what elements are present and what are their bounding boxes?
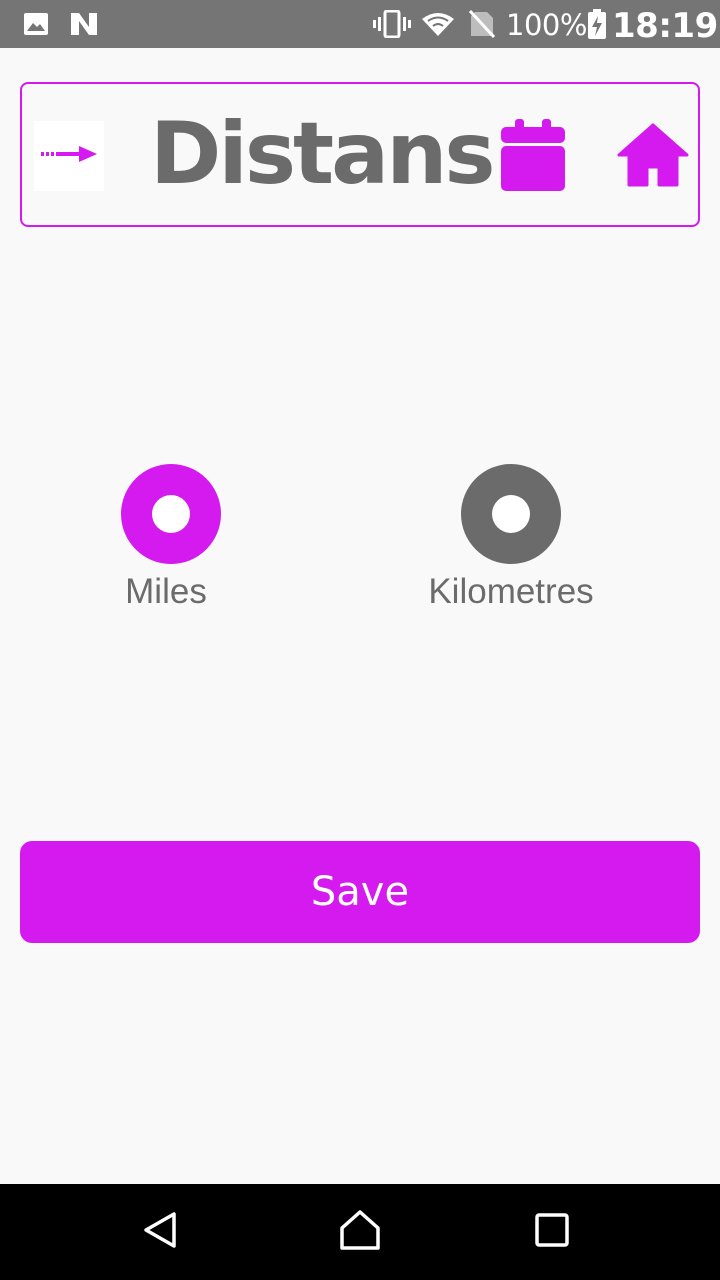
home-outline-icon bbox=[338, 1209, 382, 1255]
page-title: Distans bbox=[150, 104, 496, 204]
recents-square-icon bbox=[534, 1212, 570, 1252]
radio-label-kilometres: Kilometres bbox=[428, 572, 594, 611]
image-icon bbox=[22, 0, 50, 48]
clock: 18:19 bbox=[612, 6, 718, 46]
radio-label-miles: Miles bbox=[125, 572, 207, 611]
radio-unselected-icon[interactable] bbox=[461, 464, 561, 564]
header-card: Distans bbox=[20, 82, 700, 227]
nav-recents-button[interactable] bbox=[528, 1208, 576, 1256]
battery-charging-icon bbox=[586, 0, 608, 48]
radio-option-miles[interactable]: Miles bbox=[36, 464, 296, 624]
battery-percentage: 100% bbox=[506, 8, 587, 42]
arrow-right-icon bbox=[39, 144, 99, 168]
no-sim-icon bbox=[468, 0, 496, 48]
home-icon bbox=[617, 123, 689, 191]
save-button[interactable]: Save bbox=[20, 841, 700, 943]
wifi-icon bbox=[420, 0, 456, 48]
vibrate-icon bbox=[372, 0, 412, 48]
nav-back-button[interactable] bbox=[136, 1208, 184, 1256]
calendar-button[interactable] bbox=[496, 119, 570, 195]
back-triangle-icon bbox=[140, 1210, 180, 1254]
radio-dot bbox=[152, 495, 190, 533]
calendar-icon bbox=[501, 119, 565, 195]
radio-selected-icon[interactable] bbox=[121, 464, 221, 564]
back-button[interactable] bbox=[34, 121, 104, 191]
n-notification-icon bbox=[68, 0, 100, 48]
status-bar: 100% 18:19 bbox=[0, 0, 720, 48]
nav-home-button[interactable] bbox=[336, 1208, 384, 1256]
radio-option-kilometres[interactable]: Kilometres bbox=[381, 464, 641, 624]
navigation-bar bbox=[0, 1184, 720, 1280]
home-button[interactable] bbox=[614, 118, 692, 196]
radio-dot bbox=[492, 495, 530, 533]
